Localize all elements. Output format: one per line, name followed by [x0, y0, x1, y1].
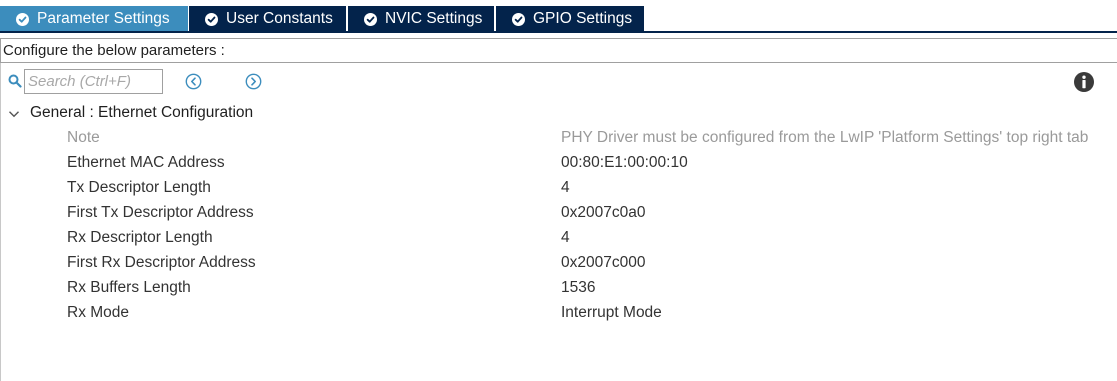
param-row-first-tx-descriptor-address[interactable]: First Tx Descriptor Address 0x2007c0a0	[0, 200, 1117, 225]
param-value[interactable]: Interrupt Mode	[561, 300, 662, 325]
group-header-general[interactable]: General : Ethernet Configuration	[8, 102, 253, 124]
tab-gpio-settings[interactable]: GPIO Settings	[496, 6, 644, 32]
param-row-ethernet-mac-address[interactable]: Ethernet MAC Address 00:80:E1:00:00:10	[0, 150, 1117, 175]
tab-bar: Parameter Settings User Constants NVIC S…	[0, 0, 1117, 33]
check-circle-icon	[205, 12, 218, 26]
param-row-tx-descriptor-length[interactable]: Tx Descriptor Length 4	[0, 175, 1117, 200]
tab-user-constants[interactable]: User Constants	[189, 6, 346, 32]
param-row-first-rx-descriptor-address[interactable]: First Rx Descriptor Address 0x2007c000	[0, 250, 1117, 275]
param-name: Tx Descriptor Length	[67, 179, 211, 196]
param-row-rx-mode[interactable]: Rx Mode Interrupt Mode	[0, 300, 1117, 325]
param-row-note: Note PHY Driver must be configured from …	[0, 125, 1117, 150]
param-name: Rx Descriptor Length	[67, 229, 213, 246]
param-value[interactable]: 4	[561, 225, 570, 250]
param-value: PHY Driver must be configured from the L…	[561, 129, 1089, 146]
tab-bar-divider	[0, 31, 1117, 33]
param-name: First Rx Descriptor Address	[67, 254, 256, 271]
check-circle-icon	[364, 12, 377, 26]
tab-label: GPIO Settings	[533, 10, 633, 27]
check-circle-icon	[512, 12, 525, 26]
param-value[interactable]: 0x2007c0a0	[561, 200, 645, 225]
search-icon[interactable]	[8, 74, 22, 88]
tab-label: Parameter Settings	[37, 10, 170, 27]
search-input[interactable]	[24, 69, 163, 94]
param-value[interactable]: 0x2007c000	[561, 250, 645, 275]
chevron-left-circle-icon[interactable]	[185, 73, 202, 90]
check-circle-icon	[16, 12, 29, 26]
info-icon[interactable]	[1074, 72, 1094, 92]
tab-nvic-settings[interactable]: NVIC Settings	[348, 6, 494, 32]
tab-parameter-settings[interactable]: Parameter Settings	[0, 6, 188, 32]
param-value[interactable]: 4	[561, 175, 570, 200]
param-name: Rx Mode	[67, 304, 130, 321]
param-row-rx-buffers-length[interactable]: Rx Buffers Length 1536	[0, 275, 1117, 300]
param-row-rx-descriptor-length[interactable]: Rx Descriptor Length 4	[0, 225, 1117, 250]
group-title: General : Ethernet Configuration	[30, 104, 254, 121]
tab-label: NVIC Settings	[385, 10, 483, 27]
tab-label: User Constants	[226, 10, 333, 27]
param-name: Note	[67, 129, 100, 146]
param-name: Rx Buffers Length	[67, 279, 191, 296]
chevron-right-circle-icon[interactable]	[245, 73, 262, 90]
chevron-down-icon	[8, 107, 20, 119]
param-value[interactable]: 00:80:E1:00:00:10	[561, 150, 688, 175]
param-value[interactable]: 1536	[561, 275, 595, 300]
param-name: Ethernet MAC Address	[67, 154, 225, 171]
configure-header: Configure the below parameters :	[0, 38, 1117, 63]
param-name: First Tx Descriptor Address	[67, 204, 254, 221]
